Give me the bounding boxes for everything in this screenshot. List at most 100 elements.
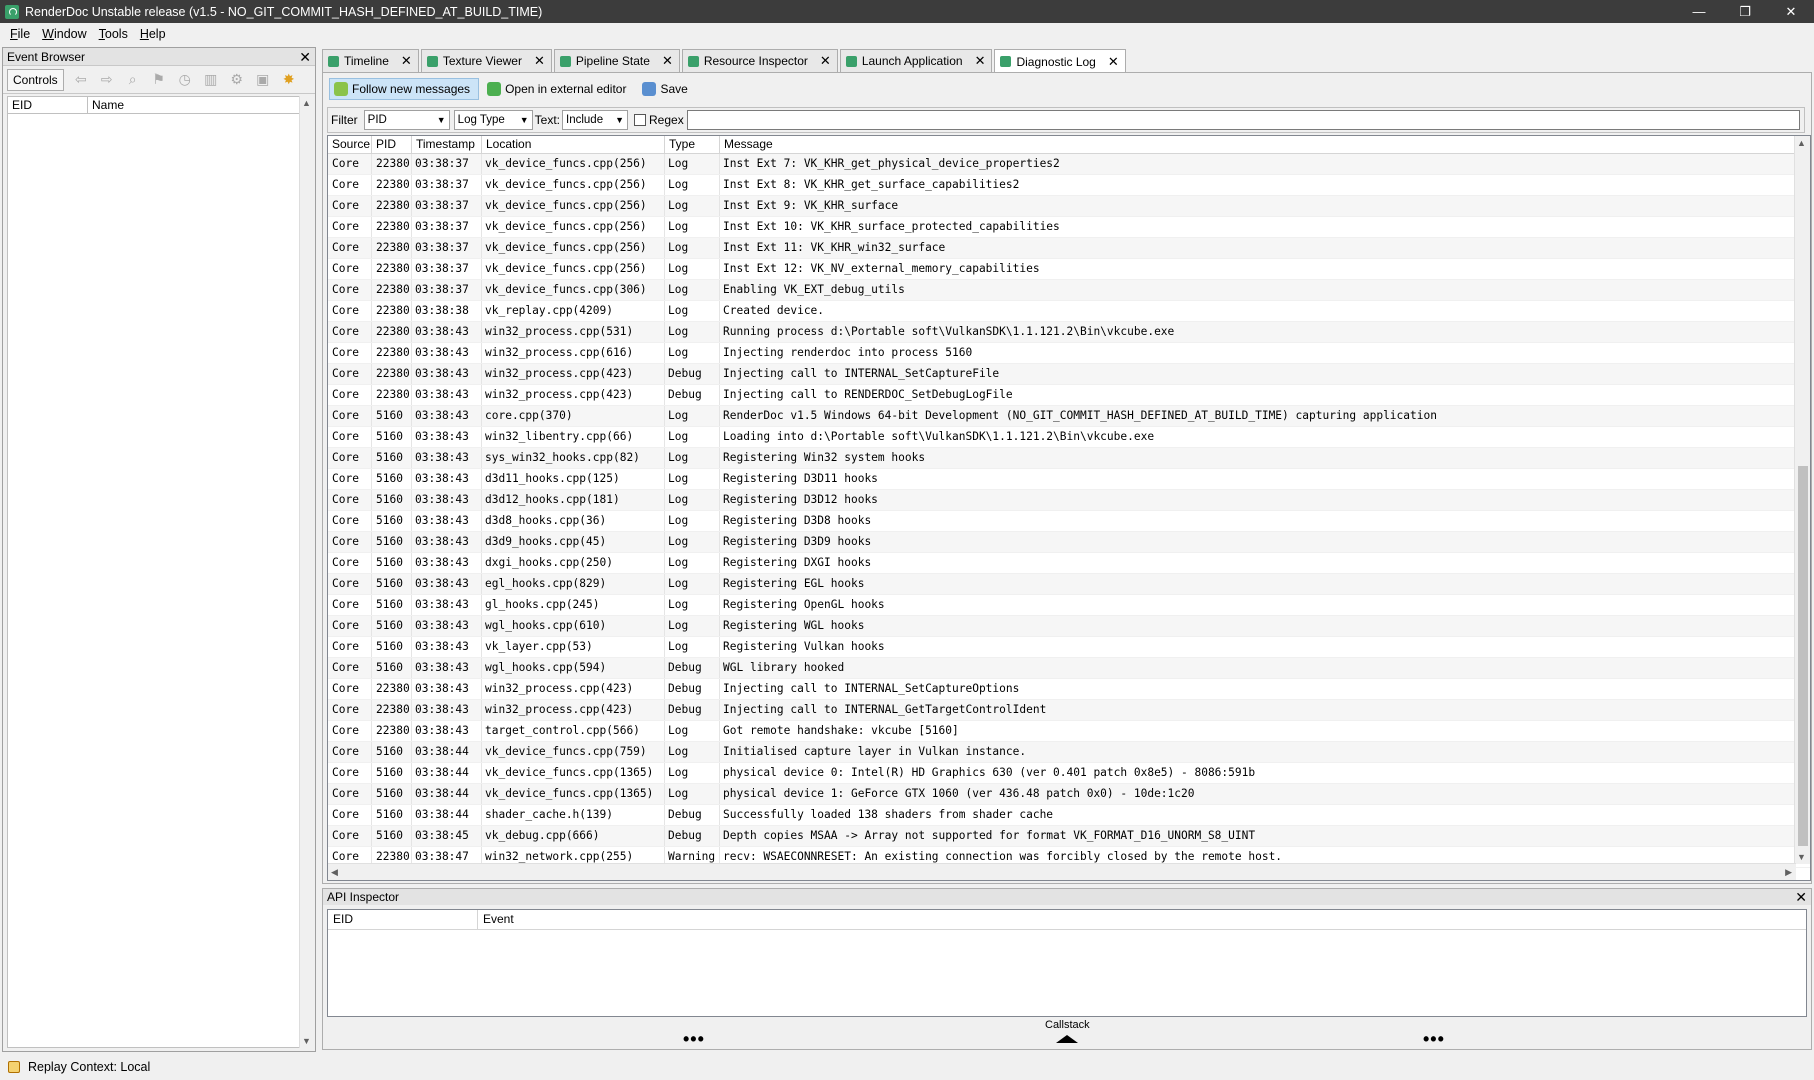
- log-row[interactable]: Core 5160 03:38:43 win32_libentry.cpp(66) Lo…: [328, 427, 1810, 448]
- log-row[interactable]: Core 22380 03:38:37 vk_device_funcs.cpp(256…: [328, 175, 1810, 196]
- scroll-thumb[interactable]: [1798, 466, 1808, 846]
- log-row[interactable]: Core 5160 03:38:43 d3d9_hooks.cpp(45) Log Reg…: [328, 532, 1810, 553]
- log-row[interactable]: Core 5160 03:38:43 wgl_hooks.cpp(594) Debug W…: [328, 658, 1810, 679]
- regex-checkbox[interactable]: [634, 114, 647, 126]
- column-location[interactable]: Location: [482, 136, 665, 153]
- scroll-down-icon[interactable]: ▼: [1797, 852, 1806, 862]
- log-row[interactable]: Core 5160 03:38:44 shader_cache.h(139) Debug…: [328, 805, 1810, 826]
- log-row[interactable]: Core 22380 03:38:37 vk_device_funcs.cpp(256…: [328, 196, 1810, 217]
- tab-launch-application[interactable]: Launch Application ✕: [839, 49, 993, 72]
- log-type-select[interactable]: Log Type ▼: [453, 110, 533, 130]
- log-row[interactable]: Core 5160 03:38:43 core.cpp(370) Log RenderDo…: [328, 406, 1810, 427]
- pid-filter-select[interactable]: PID ▼: [363, 110, 450, 130]
- splitter-handle-right[interactable]: •••: [1423, 1029, 1445, 1050]
- tab-texture-viewer[interactable]: Texture Viewer ✕: [420, 49, 552, 72]
- menu-file[interactable]: File: [4, 27, 36, 41]
- export-icon[interactable]: ✸: [278, 70, 300, 90]
- splitter-handle-left[interactable]: •••: [683, 1029, 705, 1050]
- log-row[interactable]: Core 5160 03:38:44 vk_device_funcs.cpp(1365…: [328, 784, 1810, 805]
- title-bar: RenderDoc Unstable release (v1.5 - NO_GI…: [0, 0, 1814, 23]
- close-icon[interactable]: ✕: [1108, 54, 1119, 70]
- time-icon[interactable]: ◷: [174, 70, 196, 90]
- scroll-down-icon[interactable]: ▼: [302, 1036, 311, 1046]
- bookmark-icon[interactable]: ⚑: [148, 70, 170, 90]
- log-row[interactable]: Core 22380 03:38:43 win32_process.cpp(423) D…: [328, 364, 1810, 385]
- filter-text-input[interactable]: [686, 110, 1800, 130]
- log-row[interactable]: Core 5160 03:38:43 wgl_hooks.cpp(610) Log Reg…: [328, 616, 1810, 637]
- forward-icon[interactable]: ⇨: [96, 70, 118, 90]
- tab-timeline[interactable]: Timeline ✕: [322, 49, 419, 72]
- column-eid[interactable]: EID: [328, 910, 478, 929]
- log-row[interactable]: Core 22380 03:38:37 vk_device_funcs.cpp(256…: [328, 217, 1810, 238]
- column-message[interactable]: Message: [720, 136, 1810, 153]
- log-row[interactable]: Core 5160 03:38:43 d3d8_hooks.cpp(36) Log Reg…: [328, 511, 1810, 532]
- log-row[interactable]: Core 22380 03:38:38 vk_replay.cpp(4209) Log C…: [328, 301, 1810, 322]
- log-row[interactable]: Core 22380 03:38:43 win32_process.cpp(423) D…: [328, 679, 1810, 700]
- log-row[interactable]: Core 22380 03:38:43 win32_process.cpp(616) L…: [328, 343, 1810, 364]
- restore-button[interactable]: ❐: [1722, 0, 1768, 23]
- event-list[interactable]: [7, 114, 300, 1048]
- log-row[interactable]: Core 5160 03:38:43 d3d11_hooks.cpp(125) Log R…: [328, 469, 1810, 490]
- scroll-up-icon[interactable]: ▲: [302, 98, 311, 108]
- log-row[interactable]: Core 22380 03:38:43 target_control.cpp(566)…: [328, 721, 1810, 742]
- callstack-toggle[interactable]: Callstack: [1045, 1019, 1090, 1043]
- menu-window[interactable]: Window: [36, 27, 92, 41]
- close-icon[interactable]: ✕: [534, 53, 545, 69]
- tab-pipeline-state[interactable]: Pipeline State ✕: [553, 49, 680, 72]
- save-icon[interactable]: ▣: [252, 70, 274, 90]
- event-list-scrollbar[interactable]: ▲ ▼: [299, 96, 313, 1048]
- follow-messages-button[interactable]: Follow new messages: [329, 78, 480, 100]
- scroll-up-icon[interactable]: ▲: [1797, 138, 1806, 148]
- menu-help[interactable]: Help: [134, 27, 172, 41]
- menu-tools[interactable]: Tools: [93, 27, 134, 41]
- cell-type: Debug: [665, 826, 720, 846]
- column-name[interactable]: Name: [88, 97, 299, 113]
- open-external-editor-button[interactable]: Open in external editor: [483, 78, 634, 100]
- find-icon[interactable]: ⌕: [122, 70, 144, 90]
- log-row[interactable]: Core 5160 03:38:43 sys_win32_hooks.cpp(82) L…: [328, 448, 1810, 469]
- settings-icon[interactable]: ⚙: [226, 70, 248, 90]
- log-row[interactable]: Core 22380 03:38:37 vk_device_funcs.cpp(256…: [328, 154, 1810, 175]
- tab-diagnostic-log[interactable]: Diagnostic Log ✕: [994, 49, 1126, 73]
- log-row[interactable]: Core 22380 03:38:37 vk_device_funcs.cpp(256…: [328, 238, 1810, 259]
- column-type[interactable]: Type: [665, 136, 720, 153]
- close-icon[interactable]: ✕: [299, 50, 311, 64]
- log-row[interactable]: Core 22380 03:38:43 win32_process.cpp(423) D…: [328, 385, 1810, 406]
- close-icon[interactable]: ✕: [820, 53, 831, 69]
- api-event-table[interactable]: EID Event: [327, 909, 1807, 1017]
- close-icon[interactable]: ✕: [1795, 890, 1807, 904]
- save-button[interactable]: Save: [638, 78, 695, 100]
- log-row[interactable]: Core 5160 03:38:43 egl_hooks.cpp(829) Log Reg…: [328, 574, 1810, 595]
- log-row[interactable]: Core 22380 03:38:43 win32_process.cpp(531) L…: [328, 322, 1810, 343]
- close-button[interactable]: ✕: [1768, 0, 1814, 23]
- log-horizontal-scrollbar[interactable]: ◀ ▶: [328, 863, 1796, 880]
- scroll-left-icon[interactable]: ◀: [331, 867, 338, 878]
- log-row[interactable]: Core 5160 03:38:45 vk_debug.cpp(666) Debug De…: [328, 826, 1810, 847]
- log-row[interactable]: Core 5160 03:38:44 vk_device_funcs.cpp(1365…: [328, 763, 1810, 784]
- text-include-select[interactable]: Include ▼: [562, 110, 629, 130]
- scroll-right-icon[interactable]: ▶: [1785, 867, 1792, 878]
- column-event[interactable]: Event: [478, 910, 1806, 929]
- close-icon[interactable]: ✕: [401, 53, 412, 69]
- tab-resource-inspector[interactable]: Resource Inspector ✕: [681, 49, 838, 72]
- log-row[interactable]: Core 22380 03:38:37 vk_device_funcs.cpp(306…: [328, 280, 1810, 301]
- log-row[interactable]: Core 22380 03:38:37 vk_device_funcs.cpp(256…: [328, 259, 1810, 280]
- column-eid[interactable]: EID: [8, 97, 88, 113]
- log-row[interactable]: Core 5160 03:38:43 dxgi_hooks.cpp(250) Log Re…: [328, 553, 1810, 574]
- log-row[interactable]: Core 22380 03:38:43 win32_process.cpp(423) D…: [328, 700, 1810, 721]
- log-row[interactable]: Core 5160 03:38:43 d3d12_hooks.cpp(181) Log R…: [328, 490, 1810, 511]
- log-row[interactable]: Core 5160 03:38:43 vk_layer.cpp(53) Log Regis…: [328, 637, 1810, 658]
- log-vertical-scrollbar[interactable]: ▲ ▼: [1794, 136, 1810, 864]
- close-icon[interactable]: ✕: [975, 53, 986, 69]
- minimize-button[interactable]: —: [1676, 0, 1722, 23]
- column-timestamp[interactable]: Timestamp: [412, 136, 482, 153]
- column-source[interactable]: Source: [328, 136, 372, 153]
- back-icon[interactable]: ⇦: [70, 70, 92, 90]
- controls-button[interactable]: Controls: [7, 68, 64, 91]
- column-pid[interactable]: PID: [372, 136, 412, 153]
- log-row[interactable]: Core 5160 03:38:44 vk_device_funcs.cpp(759)…: [328, 742, 1810, 763]
- close-icon[interactable]: ✕: [662, 53, 673, 69]
- replay-context-icon[interactable]: [8, 1060, 20, 1073]
- log-row[interactable]: Core 5160 03:38:43 gl_hooks.cpp(245) Log Regi…: [328, 595, 1810, 616]
- columns-icon[interactable]: ▥: [200, 70, 222, 90]
